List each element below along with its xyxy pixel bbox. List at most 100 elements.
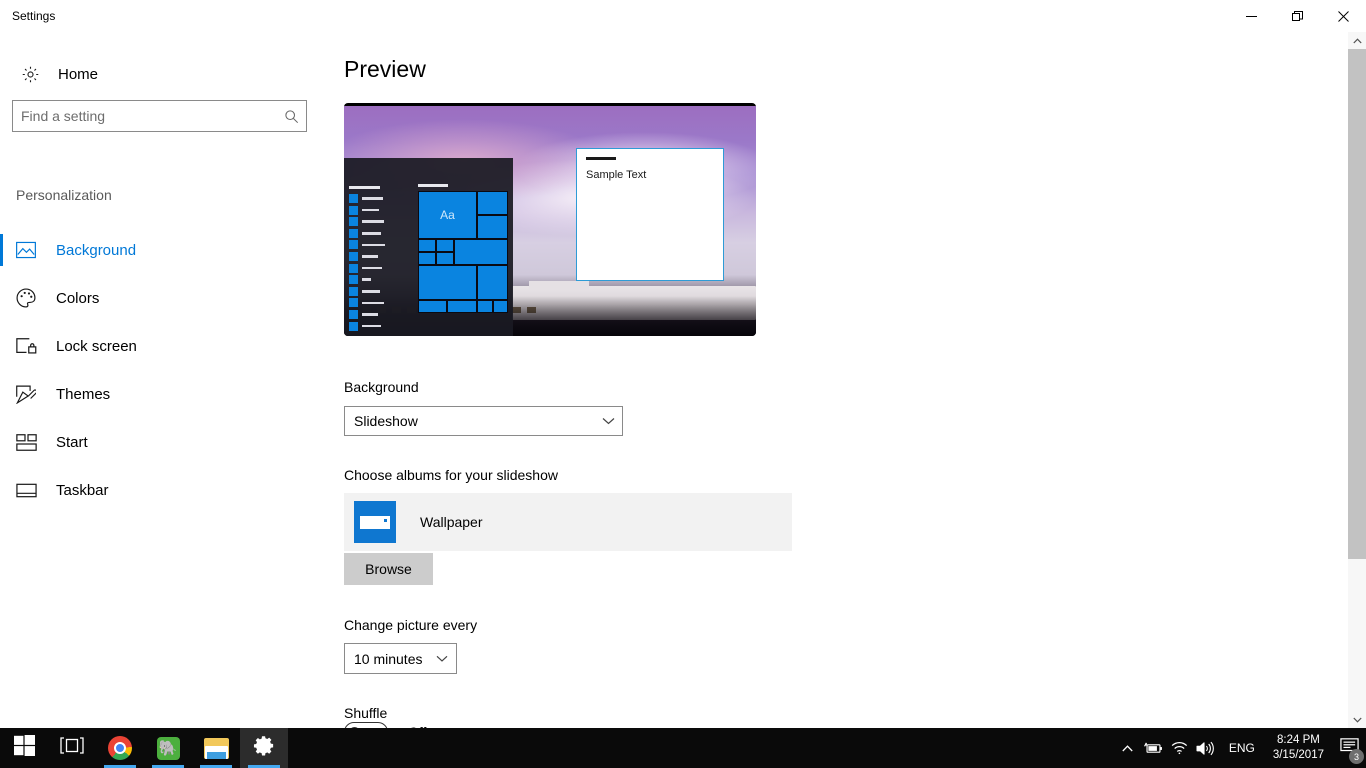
desktop-preview: Aa Sample Text (344, 103, 756, 336)
window-title: Settings (12, 9, 56, 23)
interval-value: 10 minutes (354, 650, 423, 667)
chevron-down-icon (594, 417, 622, 425)
preview-tile (477, 215, 508, 239)
preview-tile (418, 239, 436, 252)
action-center-button[interactable]: 3 (1332, 728, 1366, 768)
brush-icon (16, 385, 42, 404)
sidebar-item-colors[interactable]: Colors (0, 274, 321, 322)
preview-start-menu: Aa (344, 158, 513, 336)
taskbar-buttons: 🐘 (0, 728, 288, 768)
scroll-down-arrow[interactable] (1348, 711, 1366, 728)
wifi-icon[interactable] (1167, 728, 1193, 768)
preview-tile (418, 300, 447, 313)
home-label: Home (58, 65, 99, 83)
evernote-button[interactable]: 🐘 (144, 728, 192, 768)
search-icon (276, 109, 306, 124)
scroll-up-arrow[interactable] (1348, 32, 1366, 49)
chrome-icon (108, 736, 132, 760)
settings-button[interactable] (240, 728, 288, 768)
taskbar-icon (16, 483, 42, 498)
minimize-button[interactable] (1228, 0, 1274, 32)
battery-charging-icon[interactable] (1141, 728, 1167, 768)
chevron-up-icon[interactable] (1115, 728, 1141, 768)
preview-tile (436, 252, 454, 265)
window-controls (1228, 0, 1366, 32)
close-button[interactable] (1320, 0, 1366, 32)
page-title: Preview (344, 56, 426, 82)
preview-sample-text: Sample Text (586, 169, 647, 181)
chrome-button[interactable] (96, 728, 144, 768)
system-tray: ENG 8:24 PM 3/15/2017 3 (1115, 728, 1366, 768)
folder-icon (203, 737, 229, 759)
chevron-down-icon (428, 655, 456, 662)
sidebar-nav-list: Background Colors Lock screen Themes Sta… (0, 226, 321, 514)
start-button[interactable] (0, 728, 48, 768)
sidebar-item-label: Start (56, 433, 88, 451)
evernote-icon: 🐘 (156, 736, 180, 760)
main-content: Preview Aa Sample Text Background Slides… (321, 32, 1348, 728)
preview-tile (493, 300, 508, 313)
clock-time: 8:24 PM (1277, 734, 1320, 746)
close-icon (1337, 10, 1349, 22)
preview-tile (418, 265, 477, 300)
background-type-value: Slideshow (354, 413, 418, 429)
search-input[interactable] (13, 101, 276, 131)
minimize-icon (1245, 15, 1257, 17)
windows-logo-icon (13, 735, 35, 761)
task-view-icon (60, 737, 84, 759)
start-tiles-icon (16, 433, 42, 451)
preview-tile (447, 300, 477, 313)
folder-picture-icon (354, 501, 396, 543)
language-indicator[interactable]: ENG (1219, 741, 1265, 755)
search-box[interactable] (12, 100, 307, 132)
preview-start-header-rule (349, 186, 380, 189)
settings-window: Settings Home Find a setting Personaliza… (0, 0, 1366, 768)
preview-tile (477, 265, 508, 300)
browse-button[interactable]: Browse (344, 553, 433, 585)
sidebar-item-start[interactable]: Start (0, 418, 321, 466)
preview-tile (418, 252, 436, 265)
sidebar: Home Personalization Backgroun (0, 32, 321, 728)
picture-icon (16, 241, 42, 259)
background-type-dropdown[interactable]: Slideshow (344, 406, 623, 436)
preview-sample-title-rule (586, 157, 616, 160)
preview-start-tiles: Aa (418, 191, 508, 329)
sidebar-item-home[interactable]: Home (12, 56, 302, 92)
task-view-button[interactable] (48, 728, 96, 768)
gear-icon (12, 65, 48, 84)
shuffle-label: Shuffle (344, 705, 388, 721)
restore-icon (1291, 10, 1303, 21)
file-explorer-button[interactable] (192, 728, 240, 768)
restore-button[interactable] (1274, 0, 1320, 32)
sidebar-item-background[interactable]: Background (0, 226, 321, 274)
vertical-scrollbar[interactable] (1348, 32, 1366, 728)
album-item-wallpaper[interactable]: Wallpaper (344, 493, 792, 551)
clock-date: 3/15/2017 (1272, 749, 1324, 761)
preview-tile-group-header (418, 184, 448, 187)
change-picture-label: Change picture every (344, 617, 478, 633)
sidebar-item-lock-screen[interactable]: Lock screen (0, 322, 321, 370)
preview-tile (477, 191, 508, 215)
clock[interactable]: 8:24 PM 3/15/2017 (1265, 733, 1332, 763)
sidebar-item-themes[interactable]: Themes (0, 370, 321, 418)
speaker-icon[interactable] (1193, 728, 1219, 768)
albums-list: Wallpaper (344, 493, 792, 551)
action-center-badge: 3 (1349, 749, 1364, 764)
sidebar-item-label: Lock screen (56, 337, 137, 355)
preview-tile-aa: Aa (418, 191, 477, 239)
palette-icon (16, 288, 42, 308)
preview-building-top (529, 281, 589, 290)
taskbar: 🐘 ENG 8:24 PM 3/15/2017 3 (0, 728, 1366, 768)
sidebar-item-label: Background (56, 241, 137, 259)
sidebar-item-label: Taskbar (56, 481, 109, 499)
background-label: Background (344, 379, 419, 395)
change-picture-interval-dropdown[interactable]: 10 minutes (344, 643, 457, 674)
scrollbar-thumb[interactable] (1348, 49, 1366, 559)
sidebar-item-label: Colors (56, 289, 100, 307)
sidebar-item-taskbar[interactable]: Taskbar (0, 466, 321, 514)
preview-sample-window: Sample Text (576, 148, 724, 281)
preview-tile (436, 239, 454, 252)
gear-icon (253, 734, 276, 762)
preview-tile (454, 239, 508, 265)
lock-screen-icon (16, 337, 42, 355)
